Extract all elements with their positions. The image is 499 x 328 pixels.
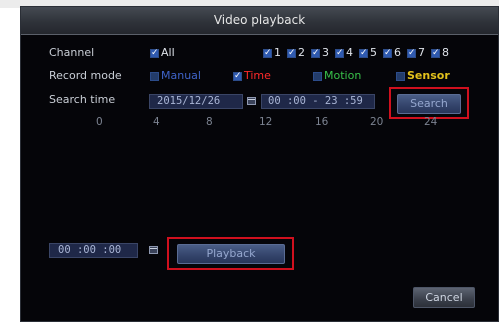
channel-1-checkbox[interactable]: ✓: [263, 49, 272, 58]
timeline-tick-8: 8: [206, 116, 213, 128]
timeline-tick-0: 0: [96, 116, 103, 128]
search-button-highlight: [389, 87, 469, 119]
playback-calendar-icon[interactable]: [149, 246, 158, 254]
dialog-title: Video playback: [213, 13, 306, 27]
channel-8-label: 8: [442, 46, 449, 59]
time-label: Time: [244, 69, 271, 82]
search-time-range-field[interactable]: 00 :00 - 23 :59: [261, 94, 375, 109]
channel-5-label: 5: [370, 46, 377, 59]
sensor-checkbox[interactable]: [396, 72, 405, 81]
title-bar: Video playback: [21, 7, 498, 35]
timeline-tick-16: 16: [315, 116, 329, 128]
manual-checkbox[interactable]: [150, 72, 159, 81]
search-date-field[interactable]: 2015/12/26: [149, 94, 243, 109]
record-mode-label: Record mode: [49, 69, 122, 82]
channel-4-label: 4: [346, 46, 353, 59]
motion-checkbox[interactable]: [313, 72, 322, 81]
channel-5-checkbox[interactable]: ✓: [359, 49, 368, 58]
channel-3-checkbox[interactable]: ✓: [311, 49, 320, 58]
timeline-tick-4: 4: [153, 116, 160, 128]
motion-label: Motion: [324, 69, 362, 82]
channel-all-checkbox[interactable]: ✓: [150, 49, 159, 58]
channel-all-label: All: [161, 46, 175, 59]
timeline-tick-24: 24: [424, 116, 438, 128]
channel-2-checkbox[interactable]: ✓: [287, 49, 296, 58]
channel-7-checkbox[interactable]: ✓: [407, 49, 416, 58]
recording-timeline[interactable]: [49, 133, 479, 233]
timeline-tick-12: 12: [259, 116, 273, 128]
calendar-icon[interactable]: [247, 97, 256, 105]
channel-6-checkbox[interactable]: ✓: [383, 49, 392, 58]
channel-1-label: 1: [274, 46, 281, 59]
search-time-label: Search time: [49, 93, 116, 106]
channel-2-label: 2: [298, 46, 305, 59]
playback-button-highlight: [167, 237, 294, 270]
channel-4-checkbox[interactable]: ✓: [335, 49, 344, 58]
time-checkbox[interactable]: ✓: [233, 72, 242, 81]
channel-7-label: 7: [418, 46, 425, 59]
timeline-tick-20: 20: [370, 116, 384, 128]
sensor-label: Sensor: [407, 69, 450, 82]
manual-label: Manual: [161, 69, 201, 82]
playback-time-field[interactable]: 00 :00 :00: [49, 243, 138, 258]
channel-label: Channel: [49, 46, 95, 59]
cancel-button[interactable]: Cancel: [413, 287, 475, 308]
channel-3-label: 3: [322, 46, 329, 59]
channel-8-checkbox[interactable]: ✓: [431, 49, 440, 58]
video-playback-dialog: Video playback Channel ✓ All ✓ 1 ✓ 2 ✓ 3…: [20, 6, 499, 322]
channel-6-label: 6: [394, 46, 401, 59]
